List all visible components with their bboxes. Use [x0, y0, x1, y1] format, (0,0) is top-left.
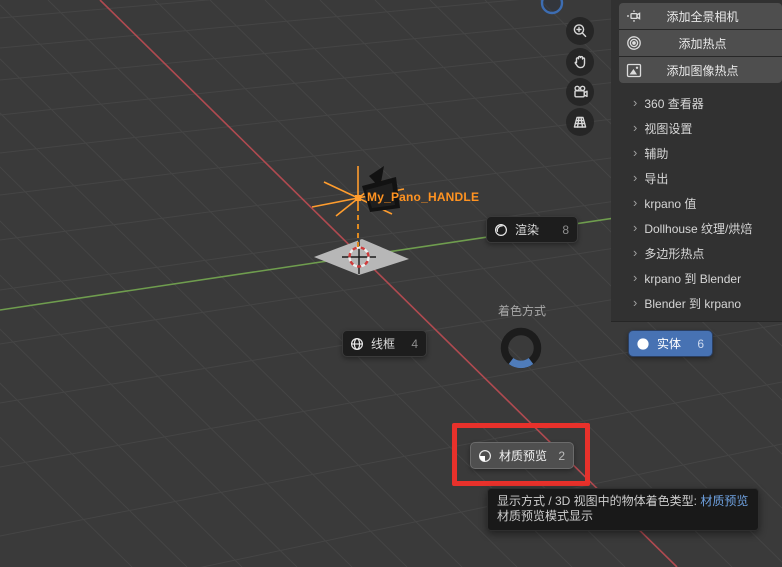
panel-assist[interactable]: › 辅助 — [611, 141, 782, 166]
add-image-hotspot-button[interactable]: 添加图像热点 — [619, 57, 782, 83]
hand-icon — [574, 55, 586, 69]
object-name-label: My_Pano_HANDLE — [367, 190, 480, 204]
ortho-grid-button[interactable] — [566, 108, 594, 136]
tooltip-line2: 材质预览模式显示 — [497, 509, 594, 523]
krpano-sidebar-panel: 添加全景相机 添加热点 添加图像热点 › 360 查看器 › 视图设置 › 辅助… — [611, 0, 782, 322]
tooltip: 显示方式 / 3D 视图中的物体着色类型: 材质预览 材质预览模式显示 — [487, 488, 760, 531]
pie-item-wireframe[interactable]: 线框 4 — [342, 330, 427, 357]
camera-object[interactable] — [362, 166, 400, 212]
blender-window: My_Pano_HANDLE 添加全景相机 添加热点 添加图像热点 › 360 … — [0, 0, 782, 567]
pie-item-solid[interactable]: 实体 6 — [628, 330, 713, 357]
add-hotspot-button[interactable]: 添加热点 — [619, 30, 782, 57]
chevron-right-icon: › — [633, 170, 638, 185]
sidebar-section-list: › 360 查看器 › 视图设置 › 辅助 › 导出 › krpano 值 › … — [611, 91, 782, 316]
panel-krpano-values[interactable]: › krpano 值 — [611, 191, 782, 216]
zoom-in-button[interactable] — [566, 17, 594, 45]
panel-export[interactable]: › 导出 — [611, 166, 782, 191]
navigation-gizmo-circle[interactable] — [540, 0, 564, 15]
annotation-highlight-box — [452, 423, 590, 486]
pie-item-rendered[interactable]: 渲染 8 — [486, 216, 578, 243]
add-panorama-camera-button[interactable]: 添加全景相机 — [619, 3, 782, 30]
solid-shading-icon — [636, 337, 650, 351]
chevron-right-icon: › — [633, 95, 638, 110]
image-hotspot-icon — [619, 63, 649, 78]
perspective-grid-icon — [573, 116, 587, 128]
tooltip-line1: 显示方式 / 3D 视图中的物体着色类型: 材质预览 — [497, 494, 749, 508]
chevron-right-icon: › — [633, 195, 638, 210]
pan-view-button[interactable] — [566, 48, 594, 76]
panel-krpano-to-blender[interactable]: › krpano 到 Blender — [611, 266, 782, 291]
tooltip-value: 材质预览 — [700, 494, 749, 508]
panel-view-settings[interactable]: › 视图设置 — [611, 116, 782, 141]
panel-polygon-hotspot[interactable]: › 多边形热点 — [611, 241, 782, 266]
chevron-right-icon: › — [633, 245, 638, 260]
chevron-right-icon: › — [633, 145, 638, 160]
chevron-right-icon: › — [633, 120, 638, 135]
rendered-shading-icon — [494, 223, 508, 237]
chevron-right-icon: › — [633, 295, 638, 310]
chevron-right-icon: › — [633, 270, 638, 285]
panel-360-viewer[interactable]: › 360 查看器 — [611, 91, 782, 116]
movie-camera-icon — [573, 85, 588, 98]
camera-view-button[interactable] — [566, 78, 594, 106]
zoom-in-icon — [573, 24, 587, 38]
panel-dollhouse-bake[interactable]: › Dollhouse 纹理/烘焙 — [611, 216, 782, 241]
panel-blender-to-krpano[interactable]: › Blender 到 krpano — [611, 291, 782, 316]
wireframe-shading-icon — [350, 337, 364, 351]
hotspot-icon — [619, 35, 649, 51]
panorama-camera-icon — [619, 9, 649, 23]
pie-menu-title: 着色方式 — [498, 304, 547, 318]
chevron-right-icon: › — [633, 220, 638, 235]
